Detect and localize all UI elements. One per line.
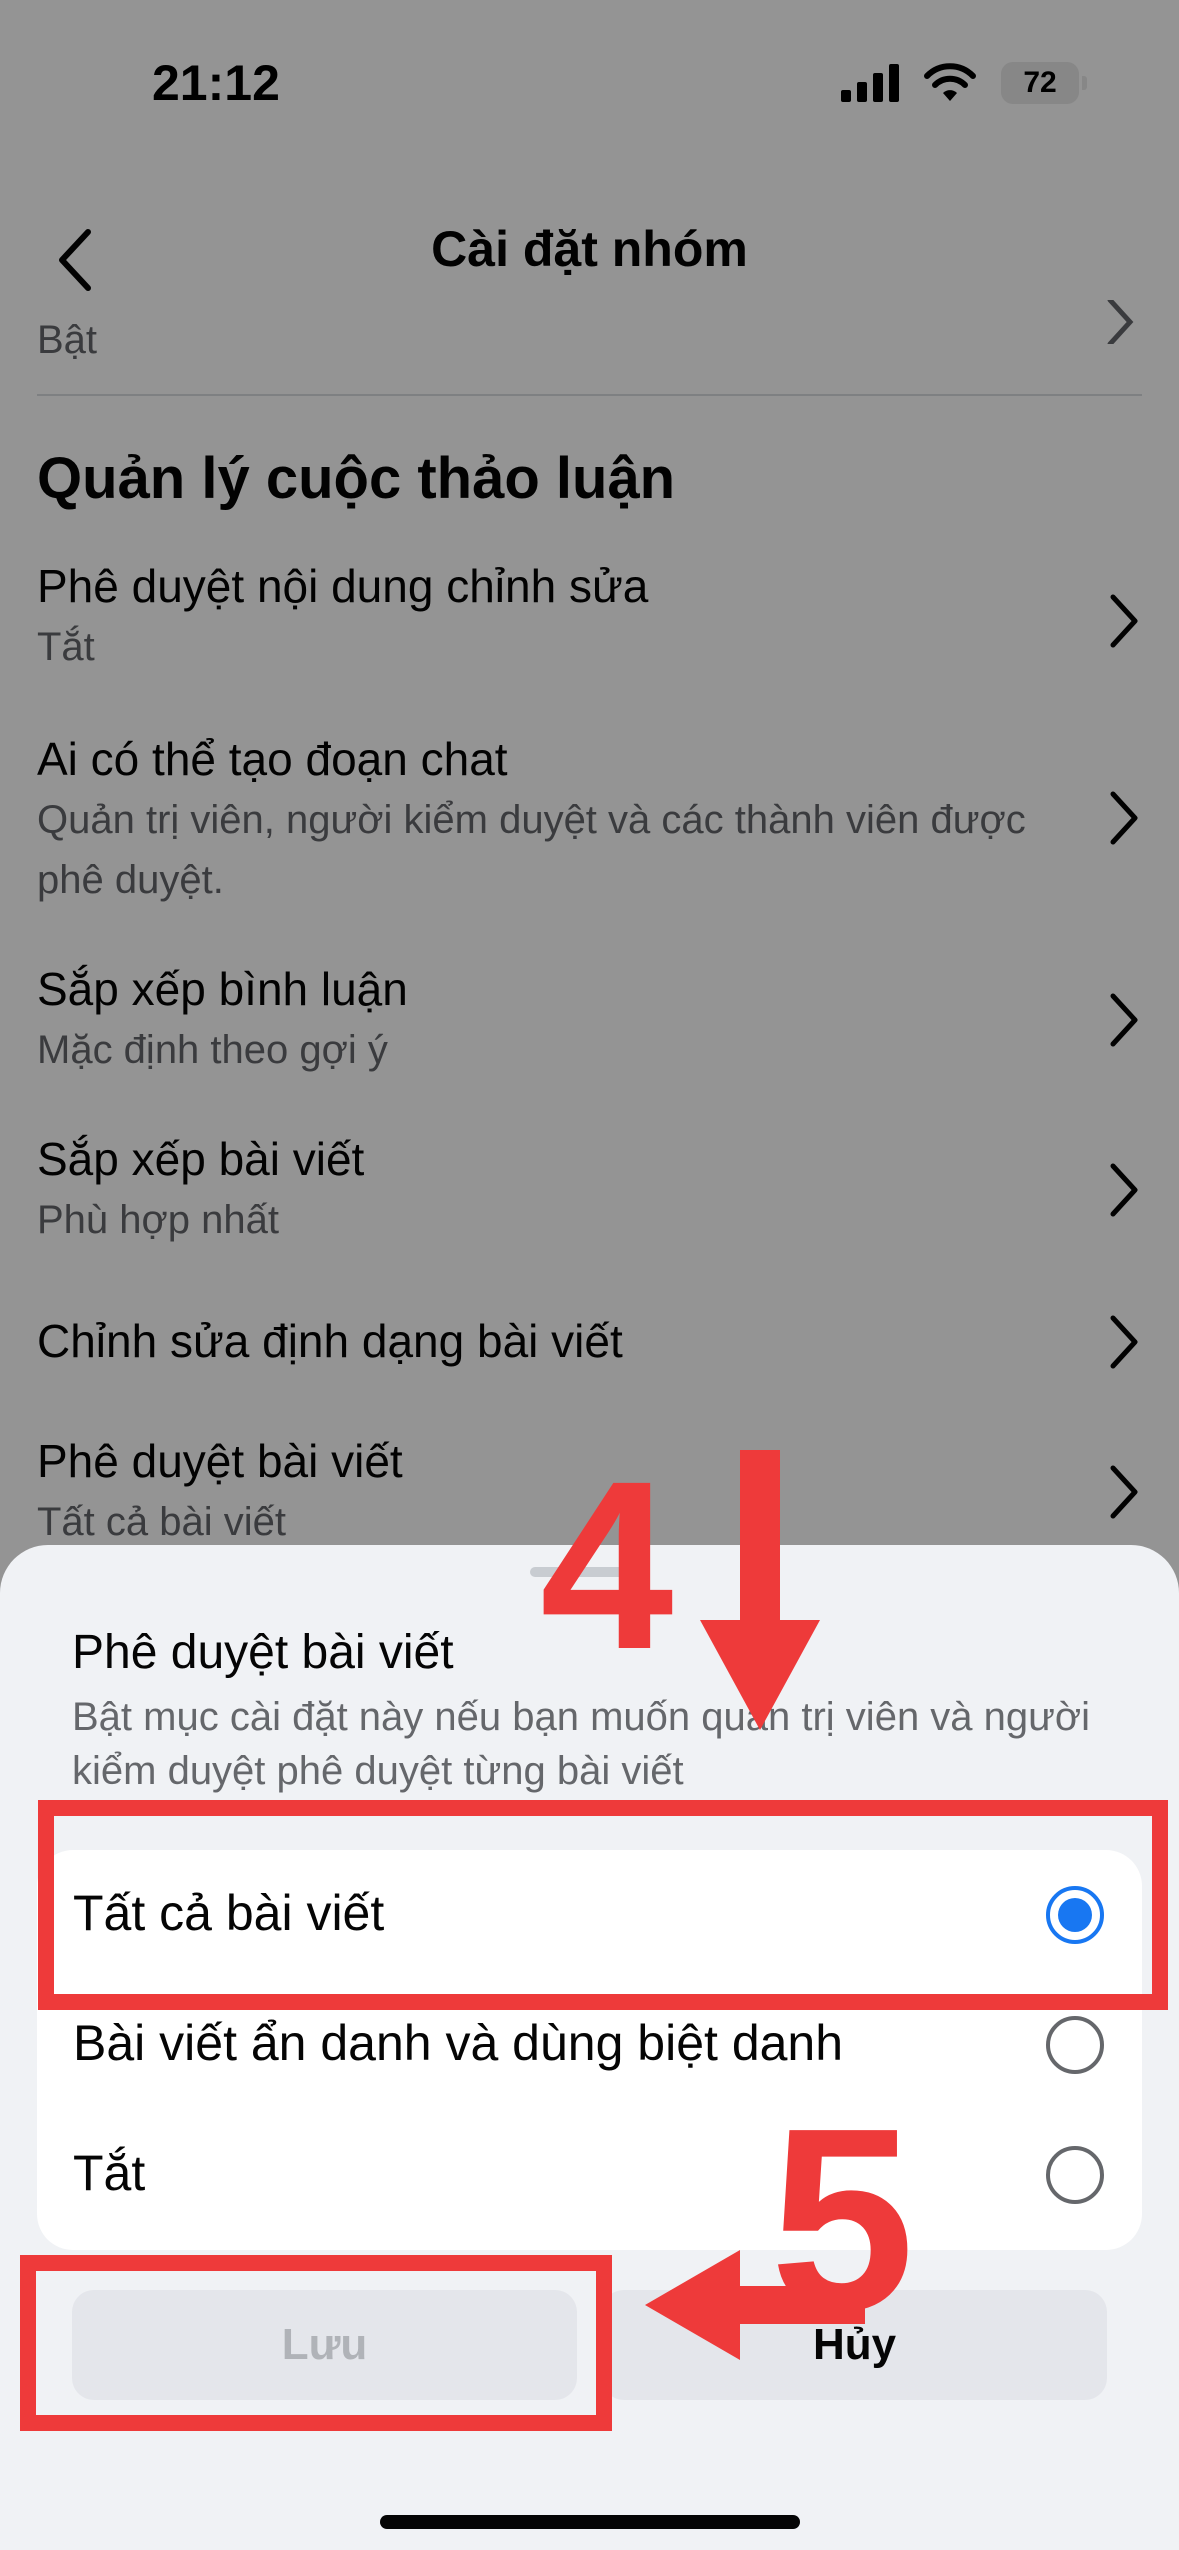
option-label: Tất cả bài viết [73,1885,385,1941]
option-off[interactable]: Tắt [37,2110,1142,2240]
sheet-grabber[interactable] [530,1567,650,1577]
cancel-button[interactable]: Hủy [602,2290,1107,2400]
option-all-posts[interactable]: Tất cả bài viết [37,1850,1142,1980]
option-label: Bài viết ẩn danh và dùng biệt danh [73,2015,844,2071]
sheet-title: Phê duyệt bài viết [72,1626,454,1679]
bottom-sheet: Phê duyệt bài viết Bật mục cài đặt này n… [0,1545,1179,2550]
sheet-description: Bật mục cài đặt này nếu bạn muốn quản tr… [72,1695,1091,1793]
save-button[interactable]: Lưu [72,2290,577,2400]
option-anonymous-posts[interactable]: Bài viết ẩn danh và dùng biệt danh [37,1980,1142,2110]
radio-selected-icon[interactable] [1046,1886,1104,1944]
radio-unselected-icon[interactable] [1046,2146,1104,2204]
radio-unselected-icon[interactable] [1046,2016,1104,2074]
home-indicator [380,2515,800,2529]
options-list: Tất cả bài viết Bài viết ẩn danh và dùng… [37,1850,1142,2250]
option-label: Tắt [73,2145,146,2201]
